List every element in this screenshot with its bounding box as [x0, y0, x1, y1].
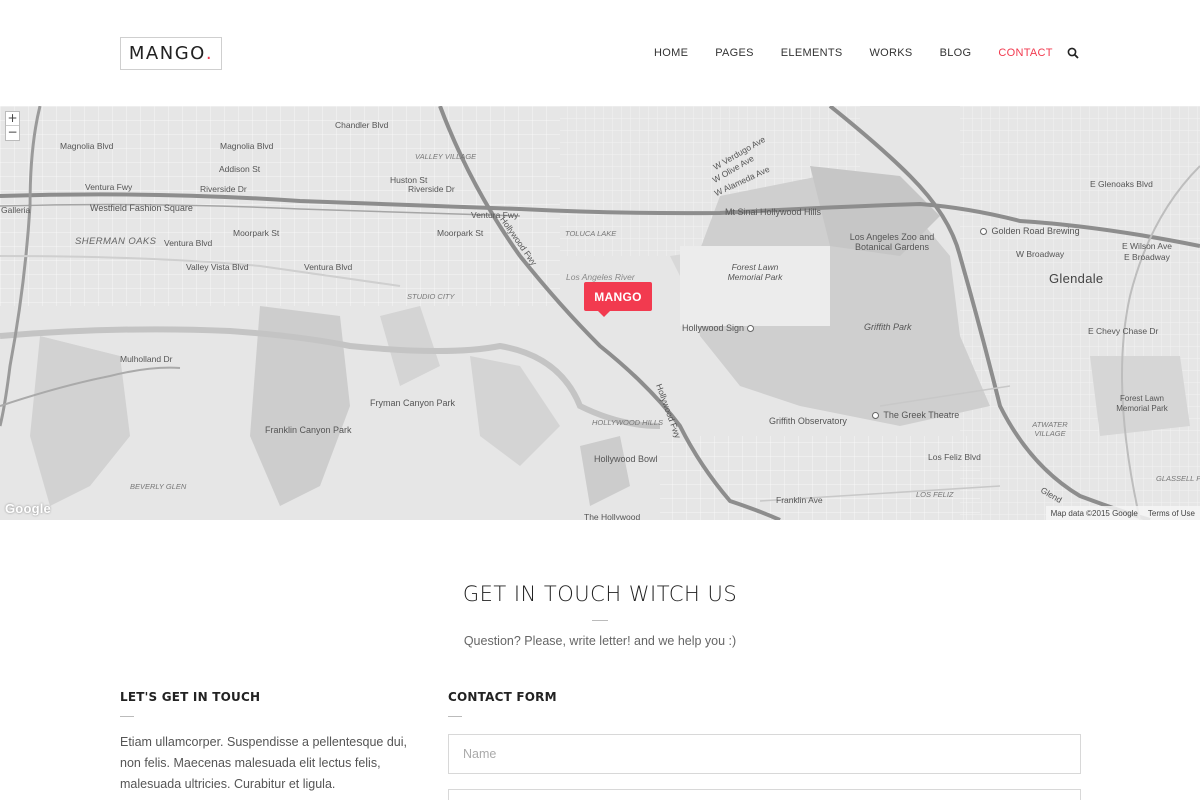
map-label: Griffith Observatory	[769, 416, 847, 426]
map-label: Mt Sinai Hollywood Hills	[725, 207, 822, 217]
map-label: Glendale	[1049, 271, 1104, 286]
google-logo[interactable]: Google	[5, 501, 51, 516]
map-label: LOS FELIZ	[916, 490, 954, 499]
google-map[interactable]: + − Chandler Blvd Magnolia Blvd Magnolia…	[0, 106, 1200, 520]
map-label: Franklin Canyon Park	[265, 425, 352, 435]
map-label: Ventura Fwy	[85, 182, 133, 192]
map-label: Los Angeles River	[566, 272, 635, 282]
map-label: GLASSELL P	[1156, 474, 1200, 483]
map-label: Ventura Blvd	[304, 262, 353, 272]
map-label: Golden Road Brewing	[980, 226, 1080, 236]
map-label: Forest Lawn Memorial Park	[727, 262, 783, 282]
logo-text: MANGO	[128, 43, 206, 64]
form-title: CONTACT FORM	[448, 690, 557, 704]
poi-icon	[746, 325, 754, 333]
map-label: E Broadway	[1124, 252, 1170, 262]
map-label: Moorpark St	[437, 228, 484, 238]
left-title-divider	[120, 716, 134, 717]
map-label: SHERMAN OAKS	[75, 236, 157, 247]
left-column-title: LET'S GET IN TOUCH	[120, 690, 261, 704]
poi-icon	[980, 228, 987, 236]
map-label: HOLLYWOOD HILLS	[592, 418, 663, 427]
map-label: BEVERLY GLEN	[130, 482, 187, 491]
main-nav: HOME PAGES ELEMENTS WORKS BLOG CONTACT	[654, 46, 1080, 60]
section-subtitle: Question? Please, write letter! and we h…	[463, 634, 737, 648]
map-label: Chandler Blvd	[335, 120, 389, 130]
nav-home[interactable]: HOME	[654, 46, 688, 60]
zoom-in-button[interactable]: +	[6, 112, 19, 126]
map-label: VALLEY VILLAGE	[415, 152, 477, 161]
map-label: Galleria	[1, 205, 31, 215]
map-label: Los Feliz Blvd	[928, 452, 981, 462]
nav-contact[interactable]: CONTACT	[998, 46, 1052, 60]
map-label: TOLUCA LAKE	[565, 229, 617, 238]
nav-elements[interactable]: ELEMENTS	[781, 46, 843, 60]
map-label: Riverside Dr	[200, 184, 247, 194]
nav-works[interactable]: WORKS	[870, 46, 913, 60]
map-label: Griffith Park	[864, 322, 912, 332]
logo-dot: .	[205, 43, 214, 64]
map-label: Addison St	[219, 164, 261, 174]
about-text: Etiam ullamcorper. Suspendisse a pellent…	[120, 735, 407, 791]
nav-blog[interactable]: BLOG	[940, 46, 972, 60]
map-label: Hollywood Bowl	[594, 454, 658, 464]
logo[interactable]: MANGO.	[120, 37, 222, 70]
map-label: Fryman Canyon Park	[370, 398, 456, 408]
map-label: STUDIO CITY	[407, 292, 455, 301]
search-icon[interactable]	[1067, 47, 1079, 59]
map-label: Hollywood Sign	[682, 323, 756, 333]
map-label: Franklin Ave	[776, 495, 823, 505]
map-label: ATWATER VILLAGE	[1032, 420, 1068, 438]
map-label: E Chevy Chase Dr	[1088, 326, 1159, 336]
email-input[interactable]	[448, 789, 1081, 800]
zoom-out-button[interactable]: −	[6, 126, 19, 140]
name-input[interactable]	[448, 734, 1081, 774]
map-label: Los Angeles Zoo and Botanical Gardens	[849, 232, 935, 252]
map-label: Westfield Fashion Square	[90, 203, 193, 213]
map-label: Ventura Fwy	[471, 210, 519, 220]
poi-icon	[872, 412, 879, 420]
terms-of-use-link[interactable]: Terms of Use	[1143, 509, 1200, 518]
map-label: The Hollywood	[584, 512, 641, 520]
map-label: Moorpark St	[233, 228, 280, 238]
form-title-divider	[448, 716, 462, 717]
map-label: Ventura Blvd	[164, 238, 213, 248]
map-footer: Map data ©2015 Google Terms of Use	[1045, 506, 1200, 520]
map-label: Riverside Dr	[408, 184, 455, 194]
map-data-credit: Map data ©2015 Google	[1050, 508, 1138, 518]
section-title: GET IN TOUCH WITCH US	[462, 582, 738, 606]
map-label: E Glenoaks Blvd	[1090, 179, 1153, 189]
map-label: Magnolia Blvd	[220, 141, 274, 151]
map-label: Forest Lawn Memorial Park	[1116, 394, 1168, 413]
map-label: Valley Vista Blvd	[186, 262, 249, 272]
zoom-controls: + −	[5, 111, 20, 141]
map-label: W Broadway	[1016, 249, 1065, 259]
site-header: MANGO. HOME PAGES ELEMENTS WORKS BLOG CO…	[0, 0, 1200, 106]
map-label: The Greek Theatre	[872, 410, 959, 420]
nav-pages[interactable]: PAGES	[715, 46, 754, 60]
title-divider	[592, 620, 608, 621]
map-label: E Wilson Ave	[1122, 241, 1172, 251]
map-label: Magnolia Blvd	[60, 141, 114, 151]
map-marker[interactable]: MANGO	[584, 282, 652, 317]
map-label: Mulholland Dr	[120, 354, 173, 364]
